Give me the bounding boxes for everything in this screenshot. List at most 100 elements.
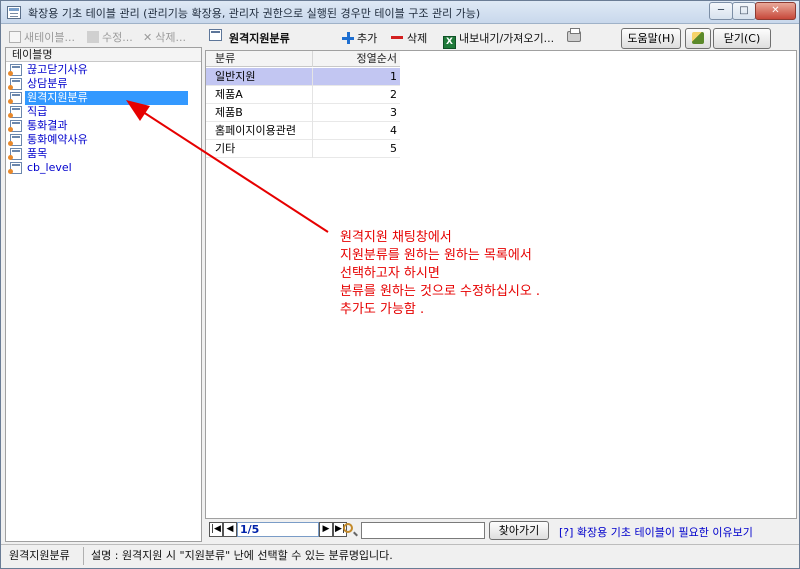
annotation-text: 원격지원 채팅창에서 지원분류를 원하는 원하는 목록에서 선택하고자 하시면 … — [340, 229, 540, 319]
table-list-item-selected[interactable]: 원격지원분류 — [8, 91, 188, 105]
plus-icon — [342, 32, 354, 44]
table-list-item[interactable]: 품목 — [8, 147, 188, 161]
table-icon — [8, 92, 22, 104]
edit-table-label: 수정... — [102, 31, 133, 44]
close-button[interactable]: 닫기(C) — [713, 28, 771, 49]
search-icon — [343, 523, 353, 533]
column-divider — [312, 51, 313, 67]
printer-icon[interactable] — [567, 28, 581, 42]
cell-order[interactable]: 3 — [390, 104, 397, 122]
annotation-line: 분류를 원하는 것으로 수정하십시오 . — [340, 284, 541, 299]
export-import-label: 내보내기/가져오기... — [459, 32, 555, 45]
table-list-item-label: 통화결과 — [27, 119, 68, 132]
table-icon — [8, 120, 22, 132]
delete-row-label: 삭제 — [407, 32, 428, 45]
table-list-header: 테이블명 — [6, 48, 201, 62]
add-row-label: 추가 — [357, 32, 378, 45]
table-list-item[interactable]: 통화결과 — [8, 119, 188, 133]
grid-navigation: |◀ ◀ 1/5 ▶ ▶| 찾아가기 [?] 확장용 기초 테이블이 필요한 이… — [205, 519, 797, 543]
table-window-icon — [7, 6, 21, 19]
delete-x-icon: ✕ — [143, 31, 153, 44]
edit-icon — [87, 31, 99, 43]
cell-divider — [312, 86, 313, 104]
table-list-item[interactable]: 상담분류 — [8, 77, 188, 91]
table-icon — [8, 134, 22, 146]
next-page-button[interactable]: ▶ — [319, 522, 333, 537]
table-list-item-label: cb_level — [27, 161, 72, 174]
table-row[interactable]: 제품B 3 — [206, 104, 400, 122]
cell-divider — [312, 122, 313, 140]
annotation-line: 원격지원 채팅창에서 — [340, 230, 452, 245]
annotation-line: 추가도 가능함 . — [340, 302, 425, 317]
annotation-line: 선택하고자 하시면 — [340, 266, 440, 281]
first-page-button[interactable]: |◀ — [209, 522, 223, 537]
reason-help-link[interactable]: [?] 확장용 기초 테이블이 필요한 이유보기 — [559, 524, 753, 540]
cell-category[interactable]: 제품B — [215, 104, 243, 122]
cell-category[interactable]: 제품A — [215, 86, 243, 104]
page-indicator: 1/5 — [237, 522, 319, 537]
status-divider — [83, 547, 84, 565]
cell-order[interactable]: 5 — [390, 140, 397, 158]
delete-table-label: 삭제... — [155, 31, 186, 44]
table-list-item[interactable]: cb_level — [8, 161, 188, 175]
edit-pencil-button[interactable] — [685, 28, 711, 49]
excel-icon: X — [443, 36, 456, 49]
table-icon — [8, 78, 22, 90]
table-list-item-label: 끊고닫기사유 — [27, 63, 88, 76]
edit-table-button[interactable]: 수정... — [87, 29, 133, 45]
status-description: 설명 : 원격지원 시 "지원분류" 난에 선택할 수 있는 분류명입니다. — [91, 549, 393, 562]
delete-row-button[interactable]: 삭제 — [391, 30, 427, 46]
new-table-icon — [9, 31, 21, 43]
title-bar: 확장용 기초 테이블 관리 (관리기능 확장용, 관리자 권한으로 실행된 경우… — [1, 1, 799, 24]
table-row[interactable]: 일반지원 1 — [206, 68, 400, 86]
cell-divider — [312, 140, 313, 158]
left-toolbar: 새테이블... 수정... ✕ 삭제... — [5, 25, 201, 47]
table-row[interactable]: 제품A 2 — [206, 86, 400, 104]
table-icon — [8, 64, 22, 76]
status-bar: 원격지원분류 설명 : 원격지원 시 "지원분류" 난에 선택할 수 있는 분류… — [1, 544, 799, 568]
cell-category[interactable]: 홈페이지이용관련 — [215, 122, 296, 140]
column-header-order[interactable]: 정열순서 — [357, 51, 397, 67]
close-window-button[interactable]: ✕ — [755, 2, 796, 20]
table-icon — [8, 106, 22, 118]
cell-order[interactable]: 2 — [390, 86, 397, 104]
cell-divider — [312, 68, 313, 86]
new-table-label: 새테이블... — [24, 31, 75, 44]
search-input[interactable] — [361, 522, 485, 539]
table-list-panel: 테이블명 끊고닫기사유 상담분류 원격지원분류 직급 통화결과 통화예약사유 품… — [5, 47, 202, 542]
window-title: 확장용 기초 테이블 관리 (관리기능 확장용, 관리자 권한으로 실행된 경우… — [28, 7, 481, 20]
help-button[interactable]: 도움말(H) — [621, 28, 681, 49]
cell-category[interactable]: 기타 — [215, 140, 235, 158]
table-list-item[interactable]: 직급 — [8, 105, 188, 119]
prev-page-button[interactable]: ◀ — [223, 522, 237, 537]
delete-table-button[interactable]: ✕ 삭제... — [143, 29, 186, 45]
new-table-button[interactable]: 새테이블... — [9, 29, 75, 45]
grid-table-icon — [209, 29, 222, 41]
minimize-button[interactable]: ─ — [709, 2, 733, 20]
cell-order[interactable]: 4 — [390, 122, 397, 140]
table-list-item-label: 통화예약사유 — [27, 133, 88, 146]
table-icon — [8, 162, 22, 174]
table-row[interactable]: 기타 5 — [206, 140, 400, 158]
export-import-button[interactable]: X 내보내기/가져오기... — [443, 30, 554, 49]
table-row[interactable]: 홈페이지이용관련 4 — [206, 122, 400, 140]
cell-order[interactable]: 1 — [390, 68, 397, 86]
table-list-item[interactable]: 끊고닫기사유 — [8, 63, 188, 77]
grid-header: 분류 정열순서 — [206, 51, 400, 67]
table-list-item-label: 품목 — [27, 147, 48, 160]
cell-category[interactable]: 일반지원 — [215, 68, 255, 86]
selected-table-title: 원격지원분류 — [229, 32, 290, 45]
minus-icon — [391, 36, 403, 39]
table-list-item-label: 상담분류 — [27, 77, 68, 90]
annotation-line: 지원분류를 원하는 원하는 목록에서 — [340, 248, 532, 263]
table-list-item[interactable]: 통화예약사유 — [8, 133, 188, 147]
maximize-button[interactable]: □ — [732, 2, 756, 20]
table-list-item-label: 직급 — [27, 105, 48, 118]
cell-divider — [312, 104, 313, 122]
add-row-button[interactable]: 추가 — [342, 30, 377, 46]
column-header-category[interactable]: 분류 — [215, 51, 235, 67]
find-button[interactable]: 찾아가기 — [489, 521, 549, 540]
pencil-icon — [692, 32, 704, 44]
status-table-name: 원격지원분류 — [9, 549, 70, 562]
table-list-item-label: 원격지원분류 — [25, 91, 188, 105]
